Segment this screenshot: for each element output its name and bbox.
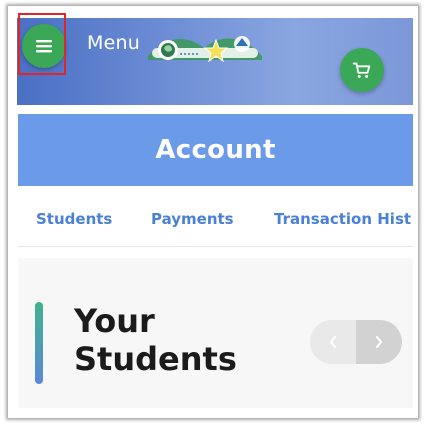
school-logo (148, 36, 262, 63)
section-title: Your Students (74, 302, 237, 378)
account-title-bar: Account (18, 114, 413, 186)
tab-payments[interactable]: Payments (151, 210, 234, 228)
cart-button[interactable] (340, 48, 384, 92)
menu-label: Menu (87, 32, 140, 54)
account-tabs: Students Payments Transaction Hist (18, 200, 413, 247)
tab-students[interactable]: Students (36, 210, 112, 228)
chevron-right-icon (375, 335, 383, 349)
chevron-left-icon (329, 335, 337, 349)
menu-button[interactable] (22, 24, 66, 68)
section-accent-bar (35, 302, 43, 384)
page-title: Account (155, 135, 276, 165)
students-pager (310, 320, 402, 364)
hamburger-icon (36, 40, 52, 53)
shopping-cart-icon (352, 62, 371, 78)
tab-transaction-history[interactable]: Transaction Hist (274, 210, 411, 228)
pager-prev-button[interactable] (310, 320, 356, 364)
pager-next-button[interactable] (356, 320, 402, 364)
